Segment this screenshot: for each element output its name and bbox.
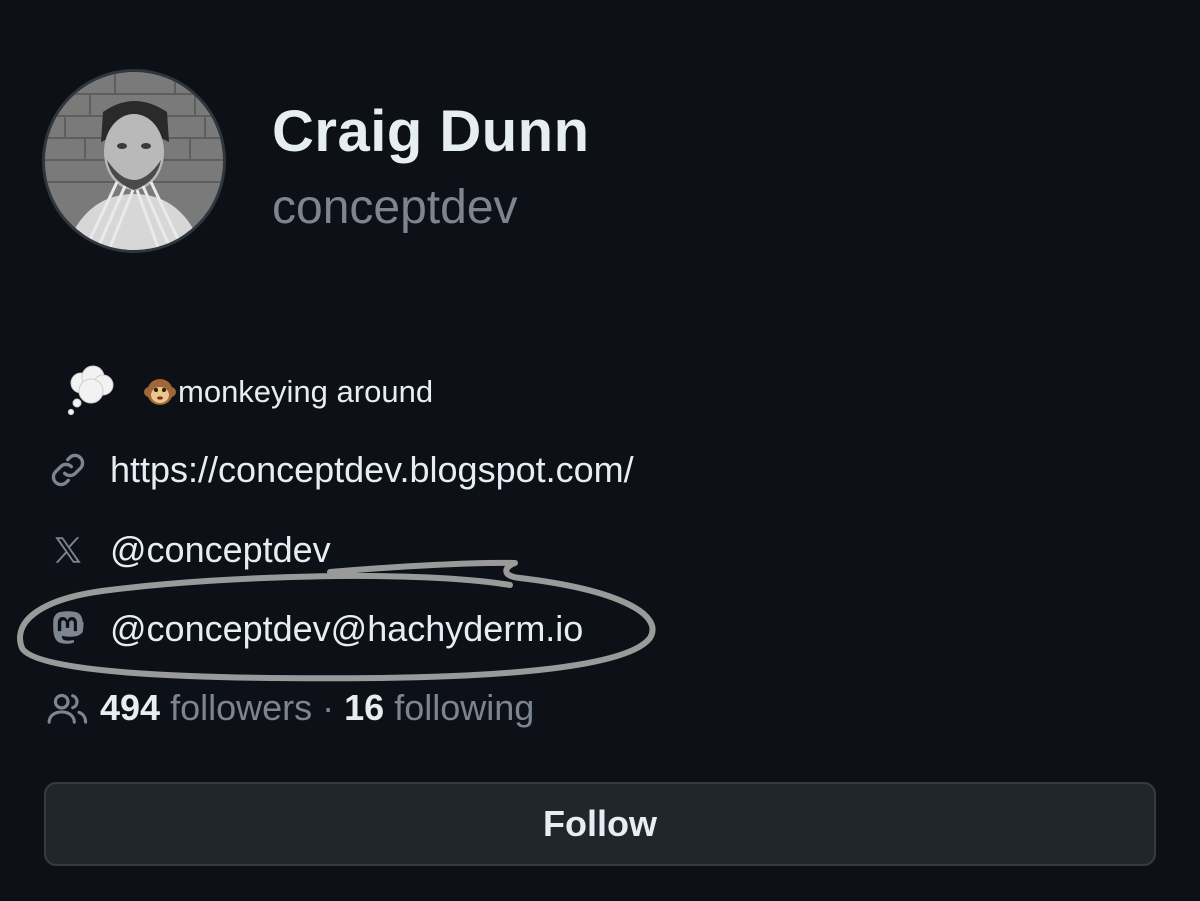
mastodon-icon bbox=[44, 605, 92, 653]
followers-link[interactable]: 494 followers bbox=[100, 687, 322, 728]
monkey-face-icon bbox=[144, 376, 176, 408]
profile-name: Craig Dunn bbox=[272, 99, 590, 164]
website-link[interactable]: https://conceptdev.blogspot.com/ bbox=[110, 449, 634, 491]
followers-count: 494 bbox=[100, 687, 161, 728]
social-counts-row: 494 followers · 16 following bbox=[44, 684, 534, 732]
following-link[interactable]: 16 following bbox=[344, 687, 534, 728]
x-account-row[interactable]: @conceptdev bbox=[44, 526, 331, 574]
thought-balloon-icon bbox=[62, 364, 118, 420]
x-logo-icon bbox=[44, 526, 92, 574]
x-account-link[interactable]: @conceptdev bbox=[110, 529, 331, 571]
follow-button[interactable]: Follow bbox=[44, 782, 1156, 866]
user-avatar-photo bbox=[45, 72, 223, 250]
link-icon bbox=[44, 446, 92, 494]
following-count: 16 bbox=[344, 687, 385, 728]
mastodon-account-link[interactable]: @conceptdev@hachyderm.io bbox=[110, 608, 583, 650]
people-icon bbox=[44, 684, 92, 732]
status-text: monkeying around bbox=[178, 374, 434, 409]
avatar[interactable] bbox=[42, 69, 226, 253]
website-link-row[interactable]: https://conceptdev.blogspot.com/ bbox=[44, 446, 634, 494]
user-status[interactable]: monkeying around bbox=[62, 364, 433, 420]
profile-login: conceptdev bbox=[272, 181, 518, 234]
mastodon-account-row[interactable]: @conceptdev@hachyderm.io bbox=[44, 605, 583, 653]
following-label: following bbox=[384, 687, 535, 728]
followers-label: followers bbox=[160, 687, 313, 728]
separator-dot: · bbox=[322, 687, 345, 728]
